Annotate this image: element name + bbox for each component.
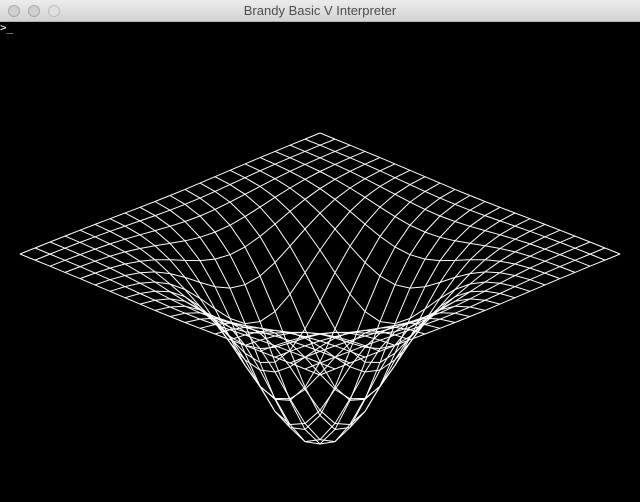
mesh-line [244,223,546,350]
mesh-line [319,253,621,376]
mesh-line [19,132,321,255]
mesh-line [79,229,381,352]
mesh-line [94,223,396,350]
mesh-line [139,182,441,401]
title-bar[interactable]: Brandy Basic V Interpreter [0,0,640,22]
window-title: Brandy Basic V Interpreter [243,3,397,18]
mesh-line [259,157,561,280]
mesh-line [199,206,501,426]
mesh-line [64,150,366,273]
mesh-line [139,206,441,426]
console-screen[interactable]: >_ [0,22,640,502]
mesh-line [79,157,381,280]
mesh-line [289,144,591,267]
mesh-line [19,253,321,376]
mesh-line [34,247,336,370]
wireframe-mesh [19,132,621,445]
mesh-line [274,235,576,358]
mesh-line [199,182,501,401]
mesh-line [259,229,561,352]
mesh-line [304,247,606,370]
mesh-line [214,176,516,364]
app-window: Brandy Basic V Interpreter >_ [0,0,640,502]
mesh-line [244,163,546,289]
mesh-line [49,144,351,267]
mesh-line [274,150,576,273]
mesh-line [94,163,396,289]
mesh-line [124,176,426,364]
mesh-line [319,132,621,255]
mesh-line [64,235,366,358]
wireframe-surface-plot [19,132,621,445]
